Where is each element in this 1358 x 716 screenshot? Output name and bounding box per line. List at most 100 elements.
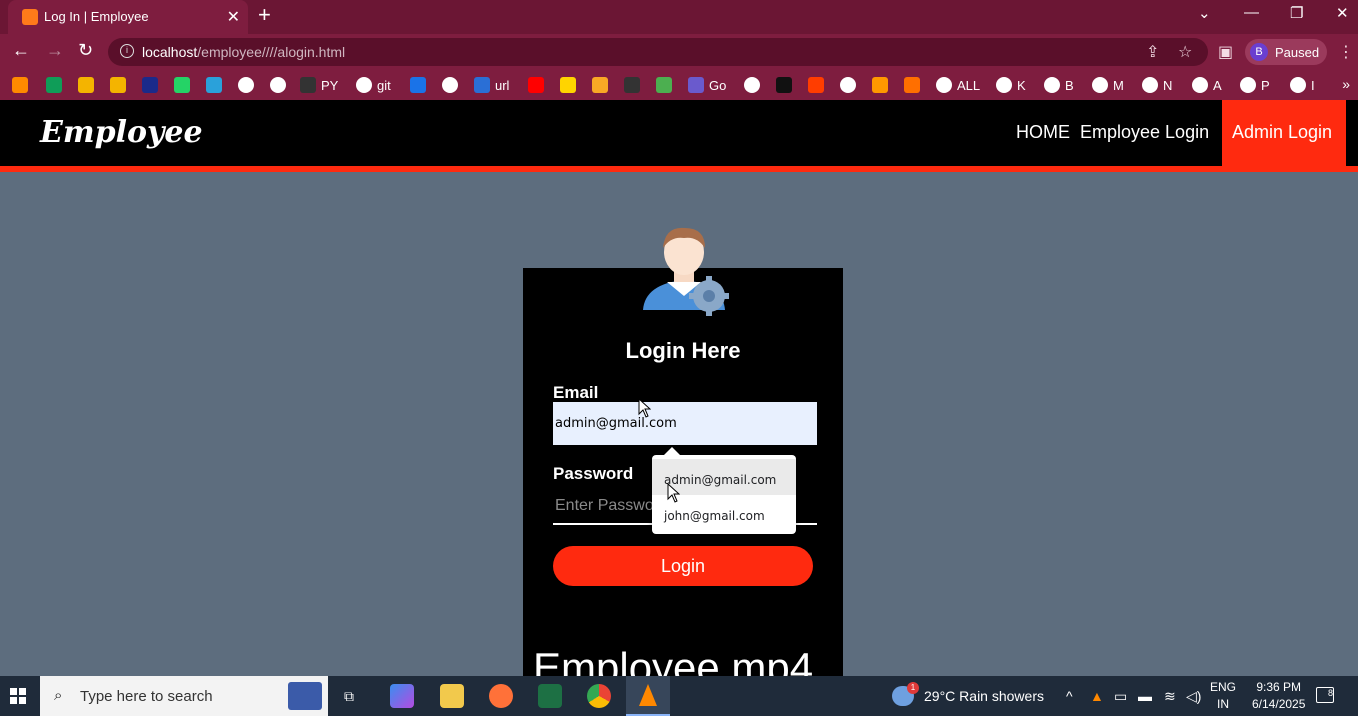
- taskbar-search[interactable]: ⌕ Type here to search: [40, 676, 328, 716]
- bookmark-item[interactable]: [46, 76, 62, 94]
- mouse-pointer-icon: [638, 398, 651, 418]
- bookmark-item[interactable]: [872, 76, 888, 94]
- nav-home[interactable]: HOME: [1016, 122, 1070, 143]
- bookmark-label: Go: [709, 77, 727, 93]
- bookmark-item[interactable]: [174, 76, 190, 94]
- bookmark-item[interactable]: N: [1142, 76, 1172, 94]
- bookmark-item[interactable]: A: [1192, 76, 1222, 94]
- firefox-icon[interactable]: [489, 684, 513, 708]
- login-button[interactable]: Login: [553, 546, 813, 586]
- tab-close-icon[interactable]: ✕: [227, 7, 240, 27]
- task-view-icon[interactable]: ⧉: [344, 688, 354, 705]
- chrome-icon[interactable]: [587, 684, 611, 708]
- email-field[interactable]: [553, 402, 817, 445]
- bookmark-item[interactable]: [528, 76, 544, 94]
- share-icon[interactable]: ⇪: [1146, 42, 1159, 62]
- bookmark-item[interactable]: ALL: [936, 76, 980, 94]
- bookmark-label: K: [1017, 77, 1026, 93]
- autofill-caret: [664, 447, 680, 455]
- bookmark-item[interactable]: [592, 76, 608, 94]
- bookmarks-overflow-icon[interactable]: »: [1342, 76, 1350, 92]
- nav-admin-login[interactable]: Admin Login: [1222, 100, 1346, 166]
- bookmark-item[interactable]: [110, 76, 126, 94]
- new-tab-button[interactable]: +: [258, 2, 271, 28]
- bookmark-item[interactable]: [776, 76, 792, 94]
- meet-icon[interactable]: ▭: [1114, 688, 1127, 705]
- bookmark-label: A: [1213, 77, 1222, 93]
- forward-icon[interactable]: →: [46, 40, 64, 61]
- menu-icon[interactable]: ⋮: [1338, 42, 1354, 62]
- bookmark-icon: [78, 77, 94, 93]
- close-window-icon[interactable]: ✕: [1336, 4, 1349, 22]
- notification-icon[interactable]: 8: [1316, 687, 1334, 703]
- bookmark-item[interactable]: Go: [688, 76, 726, 94]
- volume-icon[interactable]: ◁): [1186, 688, 1201, 705]
- bookmark-item[interactable]: I: [1290, 76, 1315, 94]
- profile-status: Paused: [1275, 45, 1320, 60]
- bookmark-item[interactable]: B: [1044, 76, 1074, 94]
- bookmark-item[interactable]: [270, 76, 286, 94]
- bookmark-item[interactable]: [12, 76, 28, 94]
- bookmark-icon: [776, 77, 792, 93]
- login-title: Login Here: [625, 338, 741, 363]
- bookmark-item[interactable]: [624, 76, 640, 94]
- minimize-icon[interactable]: —: [1244, 4, 1259, 21]
- nav-employee-login[interactable]: Employee Login: [1080, 122, 1209, 143]
- bookmark-label: P: [1261, 77, 1270, 93]
- bookmark-star-icon[interactable]: ☆: [1178, 42, 1192, 62]
- excel-icon[interactable]: [538, 684, 562, 708]
- bookmark-item[interactable]: [142, 76, 158, 94]
- bookmark-label: B: [1065, 77, 1074, 93]
- bookmark-item[interactable]: [442, 76, 458, 94]
- restore-icon[interactable]: ❐: [1290, 4, 1303, 22]
- site-logo[interactable]: Employee: [40, 115, 203, 150]
- bookmark-icon: [744, 77, 760, 93]
- bookmark-item[interactable]: [78, 76, 94, 94]
- bookmark-item[interactable]: [560, 76, 576, 94]
- wifi-icon[interactable]: ≋: [1164, 688, 1176, 705]
- tray-overflow-icon[interactable]: ^: [1066, 688, 1073, 704]
- windows-start-icon[interactable]: [10, 688, 26, 704]
- back-icon[interactable]: ←: [12, 40, 30, 61]
- profile-button[interactable]: B Paused: [1245, 39, 1327, 65]
- vlc-tray-icon[interactable]: ▲: [1090, 688, 1104, 704]
- bookmark-item[interactable]: git: [356, 76, 391, 94]
- reload-icon[interactable]: ↻: [78, 40, 93, 61]
- bookmark-item[interactable]: M: [1092, 76, 1124, 94]
- taskbar: ⌕ Type here to search ⧉ 1 29°C Rain show…: [0, 676, 1358, 716]
- tab-search-icon[interactable]: ⌄: [1198, 4, 1211, 22]
- bookmark-label: url: [495, 77, 510, 93]
- url-path: /employee////alogin.html: [197, 44, 346, 60]
- file-explorer-icon[interactable]: [440, 684, 464, 708]
- bookmark-icon: [46, 77, 62, 93]
- bookmark-item[interactable]: [744, 76, 760, 94]
- clock-time: 9:36 PM: [1256, 680, 1302, 694]
- bookmark-item[interactable]: K: [996, 76, 1026, 94]
- site-info-icon[interactable]: i: [120, 44, 134, 58]
- bookmark-item[interactable]: P: [1240, 76, 1270, 94]
- bookmark-item[interactable]: [238, 76, 254, 94]
- bookmark-icon: [206, 77, 222, 93]
- bookmark-item[interactable]: [840, 76, 856, 94]
- bookmark-item[interactable]: PY: [300, 76, 338, 94]
- bookmark-item[interactable]: [656, 76, 672, 94]
- bookmark-item[interactable]: [410, 76, 426, 94]
- bookmark-icon: [1290, 77, 1306, 93]
- clock[interactable]: 9:36 PM 6/14/2025: [1252, 679, 1305, 713]
- bookmark-icon: [872, 77, 888, 93]
- url-bar[interactable]: i localhost/employee////alogin.html: [108, 38, 1208, 66]
- bookmark-label: N: [1163, 77, 1173, 93]
- bookmark-item[interactable]: [206, 76, 222, 94]
- weather-text[interactable]: 29°C Rain showers: [924, 688, 1044, 704]
- bookmark-icon: [904, 77, 920, 93]
- battery-icon[interactable]: ▬: [1138, 688, 1152, 704]
- nav-admin-login-label: Admin Login: [1232, 122, 1333, 142]
- bookmark-item[interactable]: url: [474, 76, 509, 94]
- bookmark-item[interactable]: [904, 76, 920, 94]
- browser-tab[interactable]: Log In | Employee ✕: [8, 0, 248, 34]
- bookmark-item[interactable]: [808, 76, 824, 94]
- language-indicator[interactable]: ENG IN: [1210, 679, 1236, 713]
- side-panel-icon[interactable]: ▣: [1218, 42, 1233, 62]
- copilot-icon[interactable]: [390, 684, 414, 708]
- vlc-taskbar-button[interactable]: [626, 676, 670, 716]
